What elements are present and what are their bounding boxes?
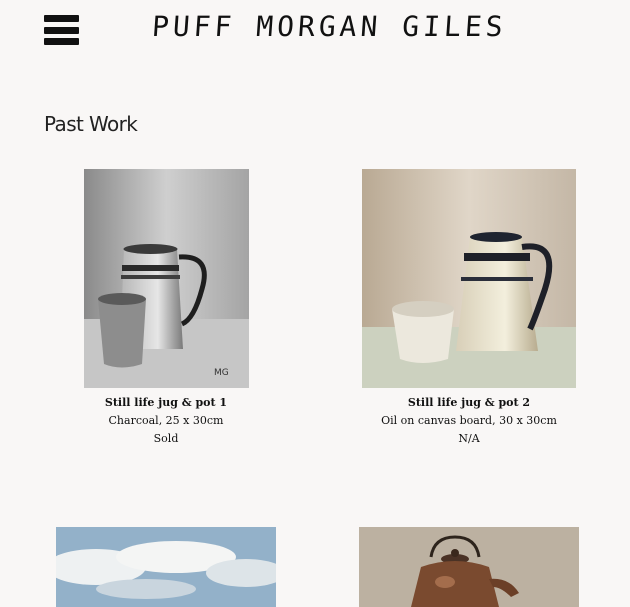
artwork-card (359, 527, 579, 607)
artwork-image[interactable] (359, 527, 579, 607)
artwork-status: Sold (153, 432, 179, 445)
menu-bar (44, 15, 79, 22)
menu-bar (44, 38, 79, 45)
svg-text:MG: MG (214, 368, 229, 378)
artwork-medium: Oil on canvas board, 30 x 30cm (381, 414, 557, 427)
artwork-title: Still life jug & pot 2 (407, 396, 531, 409)
artwork-image[interactable]: MG (83, 169, 249, 388)
artwork-card: Still life jug & pot 2 Oil on canvas boa… (349, 169, 589, 448)
artwork-title: Still life jug & pot 1 (104, 396, 228, 409)
artwork-medium: Charcoal, 25 x 30cm (108, 414, 224, 427)
site-title[interactable]: PUFF MORGAN GILES (151, 10, 508, 43)
artwork-image[interactable] (362, 169, 576, 388)
menu-bar (44, 26, 79, 34)
artwork-status: N/A (458, 432, 480, 445)
artwork-card: MG Still life jug & pot 1 Charcoal, 25 x… (46, 169, 286, 448)
artwork-card (56, 527, 276, 607)
hamburger-menu-icon[interactable] (44, 15, 79, 45)
artwork-image[interactable] (56, 527, 276, 607)
page-heading: Past Work (44, 112, 138, 136)
